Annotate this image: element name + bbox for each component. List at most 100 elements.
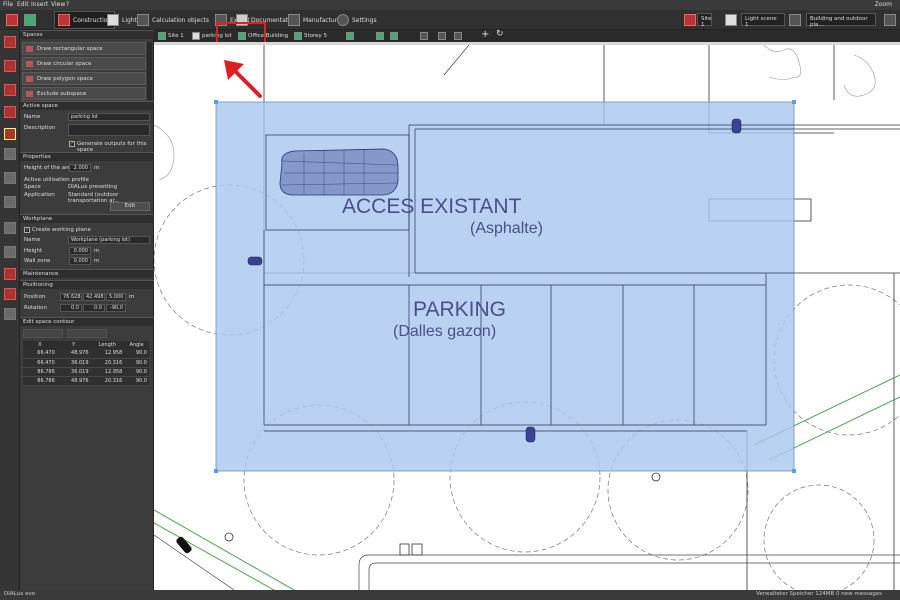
table-cell[interactable]: 86.786: [23, 376, 57, 386]
zoom-selection-icon[interactable]: [438, 32, 446, 40]
table-cell[interactable]: 66.470: [23, 358, 57, 368]
table-cell[interactable]: 12.958: [90, 367, 125, 377]
storey-tool-icon[interactable]: [4, 84, 16, 96]
exclude-subspace-button[interactable]: Exclude subspace: [22, 87, 146, 100]
tab-calculation-objects[interactable]: Calculation objects: [134, 11, 212, 29]
building-tool-icon[interactable]: [4, 60, 16, 72]
zoom-label[interactable]: Zoom: [875, 1, 892, 8]
space-name-input[interactable]: parking lot: [68, 113, 150, 121]
floor-view-icon[interactable]: [376, 32, 384, 40]
site-breadcrumb[interactable]: Site 1: [158, 31, 184, 41]
draw-rectangular-space-button[interactable]: Draw rectangular space: [22, 42, 146, 55]
draw-polygon-space-button[interactable]: Draw polygon space: [22, 72, 146, 85]
workplane-name-input[interactable]: Workplane (parking lot): [68, 236, 150, 244]
breadcrumb-label: Site 1: [168, 33, 184, 39]
luminaire-icon[interactable]: [525, 426, 536, 443]
table-cell[interactable]: 48.976: [56, 349, 91, 359]
scene-options-icon[interactable]: [789, 14, 801, 26]
table-cell[interactable]: 86.786: [23, 367, 57, 377]
table-row[interactable]: 86.786 36.019 12.958 90.0: [23, 367, 149, 377]
table-cell[interactable]: 48.976: [56, 376, 91, 386]
table-row[interactable]: 66.470 36.019 20.316 90.0: [23, 358, 149, 368]
workplane-height-input[interactable]: 0.000: [69, 247, 91, 255]
ceiling-tool-icon[interactable]: [4, 288, 16, 300]
fit-view-icon[interactable]: [420, 32, 428, 40]
edit-profile-button[interactable]: Edit: [110, 202, 150, 211]
workplane-header[interactable]: Workplane: [20, 214, 154, 223]
table-cell[interactable]: 66.470: [23, 349, 57, 359]
light-scene-select[interactable]: Light scene 1: [741, 13, 785, 28]
menu-view[interactable]: View: [51, 1, 65, 8]
save-icon[interactable]: [6, 14, 18, 26]
terrain-tool-icon[interactable]: [4, 246, 16, 258]
select-icon[interactable]: [454, 32, 462, 40]
height-label: Height of the area: [24, 165, 75, 171]
menu-edit[interactable]: Edit: [17, 1, 29, 8]
section-title: Properties: [23, 154, 51, 160]
site-select[interactable]: Site 1: [697, 13, 712, 28]
table-cell[interactable]: 36.019: [56, 358, 91, 368]
remove-point-button[interactable]: [67, 329, 107, 338]
luminaire-icon[interactable]: [731, 118, 742, 134]
maintenance-header[interactable]: Maintenance: [20, 269, 154, 278]
table-row[interactable]: 66.470 48.976 12.958 90.0: [23, 349, 149, 359]
window-tool-icon[interactable]: [4, 196, 16, 208]
table-cell[interactable]: 90.0: [124, 349, 149, 359]
view-select[interactable]: Building and outdoor pla...: [806, 13, 876, 28]
description-input[interactable]: [68, 124, 150, 136]
active-space-icon[interactable]: [4, 128, 16, 140]
undo-icon[interactable]: [24, 14, 36, 26]
furniture-tool-icon[interactable]: [4, 222, 16, 234]
menu-insert[interactable]: Insert: [31, 1, 48, 8]
messages-status[interactable]: 0 new messages: [836, 591, 882, 597]
generate-outputs-checkbox[interactable]: ✓: [69, 141, 75, 147]
rotation-x-input[interactable]: 0.0: [60, 304, 82, 312]
rotation-y-input[interactable]: 0.0: [83, 304, 105, 312]
create-workplane-checkbox[interactable]: ✓: [24, 227, 30, 233]
draw-circular-space-button[interactable]: Draw circular space: [22, 57, 146, 70]
rotation-z-input[interactable]: -90.0: [106, 304, 126, 312]
tab-settings[interactable]: Settings: [334, 11, 380, 29]
storey-breadcrumb[interactable]: Storey 5: [294, 31, 327, 41]
unit-label: m: [94, 258, 100, 264]
table-row[interactable]: 86.786 48.976 20.316 90.0: [23, 376, 149, 386]
luminaire-icon[interactable]: [247, 256, 263, 266]
table-cell[interactable]: 90.0: [124, 358, 149, 368]
spaces-scrollbar[interactable]: [147, 42, 152, 100]
car-model[interactable]: [279, 148, 399, 196]
menu-file[interactable]: File: [3, 1, 13, 8]
spaces-header[interactable]: Spaces: [20, 30, 154, 39]
edit-contour-header[interactable]: Edit space contour: [20, 317, 154, 326]
window-options-icon[interactable]: [884, 14, 896, 26]
table-cell[interactable]: 90.0: [124, 367, 149, 377]
floor-tool-icon[interactable]: [4, 308, 16, 320]
contour-table: X Y Length Angle 66.470 48.976 12.958 90.0 6…: [23, 341, 149, 386]
wall-zone-input[interactable]: 0.000: [69, 257, 91, 265]
active-space-header[interactable]: Active space: [20, 101, 154, 110]
space-label: Space: [24, 184, 41, 190]
properties-header[interactable]: Properties: [20, 152, 154, 161]
position-x-input[interactable]: 76.628: [60, 293, 82, 301]
room-tool-icon[interactable]: [4, 106, 16, 118]
wall-view-icon[interactable]: [346, 32, 354, 40]
door-tool-icon[interactable]: [4, 172, 16, 184]
positioning-header[interactable]: Positioning: [20, 280, 154, 289]
drawing-canvas[interactable]: ACCES EXISTANT (Asphalte) PARKING (Dalle…: [154, 45, 900, 590]
table-cell[interactable]: 36.019: [56, 367, 91, 377]
wall-tool-icon[interactable]: [4, 148, 16, 160]
table-cell[interactable]: 20.316: [90, 358, 125, 368]
position-z-input[interactable]: 5.000: [106, 293, 126, 301]
ceiling-view-icon[interactable]: [390, 32, 398, 40]
rotate-icon[interactable]: ↻: [496, 29, 504, 39]
menu-help[interactable]: ?: [66, 1, 69, 8]
table-cell[interactable]: 20.316: [90, 376, 125, 386]
space-tool-icon[interactable]: [4, 36, 16, 48]
position-y-input[interactable]: 42.498: [83, 293, 105, 301]
table-cell[interactable]: 90.0: [124, 376, 149, 386]
table-cell[interactable]: 12.958: [90, 349, 125, 359]
height-input[interactable]: 2.000: [69, 164, 91, 172]
building-breadcrumb[interactable]: Office Building: [238, 31, 288, 41]
add-point-button[interactable]: [23, 329, 63, 338]
roof-tool-icon[interactable]: [4, 268, 16, 280]
crosshair-icon[interactable]: +: [481, 29, 489, 40]
